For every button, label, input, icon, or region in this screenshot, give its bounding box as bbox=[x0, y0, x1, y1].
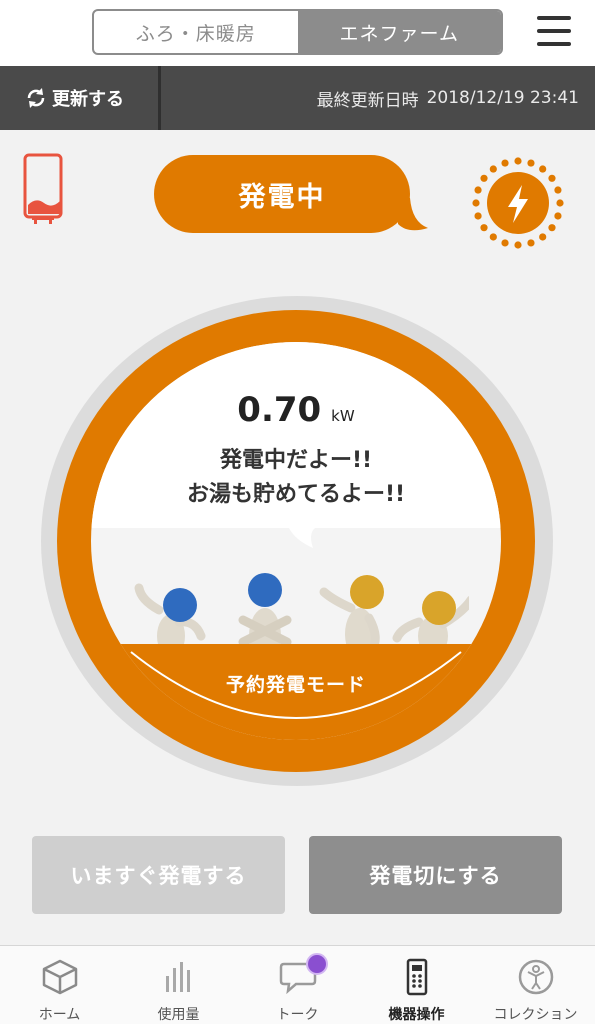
sun-ray-dot bbox=[539, 165, 547, 173]
last-update: 最終更新日時 2018/12/19 23:41 bbox=[317, 66, 579, 130]
hamburger-menu-icon[interactable] bbox=[537, 16, 571, 46]
sun-ray-dot bbox=[527, 159, 535, 167]
cube-home-icon bbox=[42, 959, 78, 995]
update-status-bar: 更新する 最終更新日時 2018/12/19 23:41 bbox=[0, 66, 595, 130]
refresh-icon bbox=[27, 88, 45, 108]
gauge-inner-panel: 0.70 kW 発電中だよー!! お湯も貯めてるよー!! 予約発電モード bbox=[91, 342, 501, 740]
tab-talk-label: トーク bbox=[276, 1007, 319, 1023]
tab-usage[interactable]: 使用量 bbox=[119, 946, 238, 1024]
mode-label: 予約発電モード bbox=[225, 674, 366, 696]
bottom-tab-bar: ホーム 使用量 トーク 機器操作 コレクション bbox=[0, 945, 595, 1024]
last-update-label: 最終更新日時 bbox=[316, 90, 419, 111]
tab-device-control[interactable]: 機器操作 bbox=[357, 946, 476, 1024]
sun-ray-dot bbox=[480, 174, 488, 182]
power-unit: kW bbox=[331, 407, 355, 425]
tab-furo-floor-heating[interactable]: ふろ・床暖房 bbox=[94, 11, 298, 53]
sun-ray-dot bbox=[501, 239, 509, 247]
sun-ray-dot bbox=[472, 199, 480, 207]
sun-ray-dot bbox=[474, 212, 482, 220]
generation-off-button[interactable]: 発電切にする bbox=[309, 836, 562, 914]
talk-notification-badge bbox=[306, 953, 328, 975]
sun-ray-dot bbox=[489, 233, 497, 241]
speech-tail bbox=[398, 198, 428, 231]
tab-ene-farm[interactable]: エネファーム bbox=[297, 11, 501, 53]
sun-ray-dot bbox=[501, 159, 509, 167]
top-header: ふろ・床暖房 エネファーム bbox=[0, 0, 595, 66]
sun-ray-dot bbox=[489, 165, 497, 173]
message-bubble-tail bbox=[285, 526, 319, 548]
sun-ray-dot bbox=[548, 174, 556, 182]
sun-ray-dot bbox=[480, 224, 488, 232]
tab-collection-label: コレクション bbox=[493, 1007, 578, 1023]
sun-ray-dot bbox=[527, 239, 535, 247]
generation-state-bubble: 発電中 bbox=[154, 155, 410, 233]
sun-ray-dot bbox=[554, 186, 562, 194]
sun-ray-dot bbox=[474, 186, 482, 194]
generate-now-button[interactable]: いますぐ発電する bbox=[32, 836, 285, 914]
generation-gauge: 0.70 kW 発電中だよー!! お湯も貯めてるよー!! 予約発電モード bbox=[41, 296, 553, 786]
tab-usage-label: 使用量 bbox=[157, 1007, 200, 1023]
sun-ray-dot bbox=[556, 199, 564, 207]
refresh-button[interactable]: 更新する bbox=[0, 66, 160, 130]
message-line-2: お湯も貯めてるよー!! bbox=[186, 482, 406, 507]
bar-chart-icon bbox=[166, 962, 190, 992]
mode-segmented-control: ふろ・床暖房 エネファーム bbox=[92, 9, 503, 55]
last-update-value: 2018/12/19 23:41 bbox=[426, 88, 579, 108]
sun-ray-dot bbox=[514, 157, 522, 165]
power-value: 0.70 bbox=[237, 390, 322, 430]
tab-talk[interactable]: トーク bbox=[238, 946, 357, 1024]
tab-home-label: ホーム bbox=[38, 1007, 81, 1023]
remote-control-icon bbox=[406, 958, 428, 996]
sun-ray-dot bbox=[548, 224, 556, 232]
status-divider bbox=[158, 66, 161, 130]
tab-device-control-label: 機器操作 bbox=[388, 1007, 445, 1023]
collection-trophy-icon bbox=[518, 959, 554, 995]
power-readout: 0.70 kW bbox=[91, 390, 501, 430]
sun-ray-dot bbox=[514, 241, 522, 249]
generation-state-label: 発電中 bbox=[238, 181, 326, 213]
message-line-1: 発電中だよー!! bbox=[219, 448, 373, 473]
tab-home[interactable]: ホーム bbox=[0, 946, 119, 1024]
sun-ray-dot bbox=[554, 212, 562, 220]
sun-lightning-icon bbox=[472, 157, 564, 249]
refresh-label: 更新する bbox=[52, 89, 124, 110]
tab-collection[interactable]: コレクション bbox=[476, 946, 595, 1024]
water-heater-unit-icon[interactable] bbox=[22, 153, 64, 225]
sun-ray-dot bbox=[539, 233, 547, 241]
